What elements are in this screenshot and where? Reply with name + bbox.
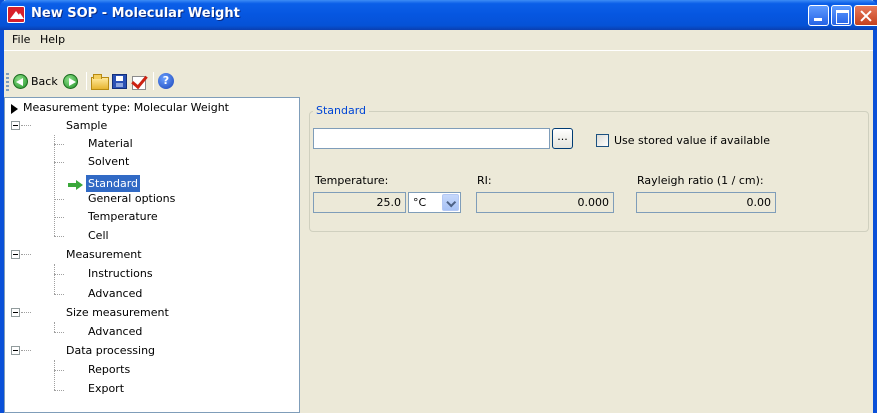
tree-connector xyxy=(21,350,31,351)
save-icon xyxy=(112,73,127,89)
menu-bar: File Help xyxy=(4,30,873,50)
tree-connector xyxy=(54,360,55,390)
app-logo-icon xyxy=(7,6,25,23)
tree-connector xyxy=(54,294,64,295)
tree-connector xyxy=(54,264,55,294)
title-bar: New SOP - Molecular Weight xyxy=(0,0,877,30)
tree-connector xyxy=(54,162,64,163)
open-button[interactable] xyxy=(91,72,109,90)
ri-field: 0.000 xyxy=(476,192,614,213)
chevron-down-icon[interactable] xyxy=(442,194,459,211)
tree-item-temperature[interactable]: Temperature xyxy=(88,208,158,225)
rayleigh-field: 0.00 xyxy=(636,192,776,213)
tree-connector xyxy=(21,254,31,255)
collapse-icon[interactable] xyxy=(11,250,20,259)
forward-button[interactable] xyxy=(63,72,78,90)
tree-connector xyxy=(54,144,64,145)
toolbar-separator xyxy=(86,72,87,90)
ri-label: RI: xyxy=(477,174,492,187)
tree-item-cell[interactable]: Cell xyxy=(88,227,109,244)
tree-connector xyxy=(54,322,55,332)
tree-connector xyxy=(54,199,64,200)
collapse-icon[interactable] xyxy=(11,308,20,317)
menu-file[interactable]: File xyxy=(12,33,30,46)
rayleigh-label: Rayleigh ratio (1 / cm): xyxy=(637,174,764,187)
back-button[interactable]: Back xyxy=(13,72,58,90)
use-stored-label[interactable]: Use stored value if available xyxy=(614,134,770,147)
collapse-icon[interactable] xyxy=(11,346,20,355)
tree-connector xyxy=(54,236,64,237)
tree-connector xyxy=(21,312,31,313)
help-icon: ? xyxy=(158,73,174,89)
toolbar-grip[interactable] xyxy=(6,73,9,91)
window-title: New SOP - Molecular Weight xyxy=(31,6,240,21)
collapse-icon[interactable] xyxy=(11,121,20,130)
tree-item-instructions[interactable]: Instructions xyxy=(88,265,153,282)
use-stored-checkbox[interactable] xyxy=(596,134,609,147)
standard-input[interactable] xyxy=(313,128,550,149)
tree-connector xyxy=(54,217,64,218)
tree-item-size-measurement[interactable]: Size measurement xyxy=(66,304,169,321)
group-title: Standard xyxy=(313,104,370,117)
validate-button[interactable] xyxy=(131,72,148,90)
tree-item-material[interactable]: Material xyxy=(88,135,133,152)
browse-button[interactable]: ... xyxy=(552,128,573,149)
tree-item-advanced[interactable]: Advanced xyxy=(88,285,142,302)
menu-help[interactable]: Help xyxy=(40,33,65,46)
tree-root[interactable]: Measurement type: Molecular Weight xyxy=(23,99,229,116)
tree-item-solvent[interactable]: Solvent xyxy=(88,153,129,170)
minimize-button[interactable] xyxy=(808,5,829,26)
tree-connector xyxy=(54,332,64,333)
checklist-icon xyxy=(131,73,148,90)
tree-item-reports[interactable]: Reports xyxy=(88,361,130,378)
sop-tree[interactable]: Measurement type: Molecular Weight Sampl… xyxy=(4,97,300,413)
tree-connector xyxy=(54,274,64,275)
forward-arrow-icon xyxy=(63,73,78,89)
maximize-button[interactable] xyxy=(831,5,852,26)
tree-connector xyxy=(54,370,64,371)
temperature-unit-select[interactable]: °C xyxy=(408,192,461,213)
open-folder-icon xyxy=(91,74,109,90)
temperature-field[interactable]: 25.0 xyxy=(313,192,406,213)
tree-connector xyxy=(21,125,31,126)
selected-arrow-icon xyxy=(68,180,84,190)
tree-item-data-processing[interactable]: Data processing xyxy=(66,342,155,359)
help-button[interactable]: ? xyxy=(158,72,174,90)
back-label: Back xyxy=(31,74,58,88)
panel-splitter[interactable] xyxy=(300,97,306,413)
temperature-label: Temperature: xyxy=(315,174,389,187)
tree-item-sample[interactable]: Sample xyxy=(66,117,107,134)
tree-item-size-advanced[interactable]: Advanced xyxy=(88,323,142,340)
tree-item-export[interactable]: Export xyxy=(88,380,124,397)
toolbar-separator xyxy=(153,72,154,90)
save-button[interactable] xyxy=(112,72,127,90)
root-arrow-icon xyxy=(11,104,18,114)
toolbar: Back ? xyxy=(4,50,873,96)
temperature-unit-value: °C xyxy=(413,196,427,209)
tree-item-measurement[interactable]: Measurement xyxy=(66,246,142,263)
back-arrow-icon xyxy=(13,73,28,89)
tree-connector xyxy=(54,135,55,236)
tree-connector xyxy=(54,390,64,391)
tree-item-general-options[interactable]: General options xyxy=(88,190,175,207)
close-button[interactable] xyxy=(854,5,877,26)
